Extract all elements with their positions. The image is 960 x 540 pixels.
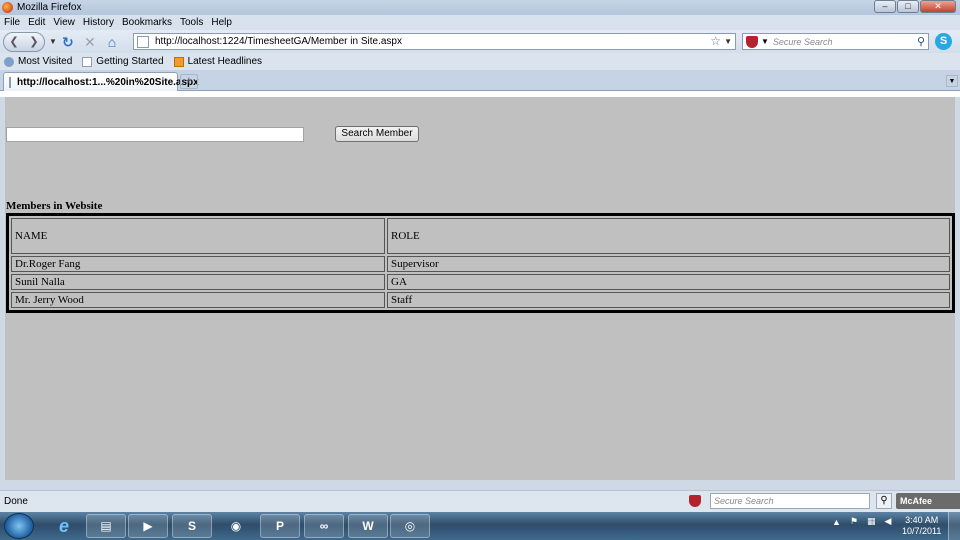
home-icon[interactable]: ⌂ (101, 33, 123, 51)
bookmark-getting-started[interactable]: Getting Started (82, 56, 164, 67)
url-dropdown-icon[interactable]: ▼ (724, 34, 732, 49)
list-all-tabs-icon[interactable]: ▼ (946, 75, 958, 87)
members-table: NAME ROLE Dr.Roger Fang Supervisor Sunil… (6, 213, 955, 313)
windows-taskbar: e ▤ ▶ S ◉ P ∞ W ◎ ▲ ⚑ ▦ ◀ 3:40 AM 10/7/2… (0, 512, 960, 540)
member-search-input[interactable] (6, 127, 304, 142)
mcafee-badge[interactable]: McAfee (896, 493, 960, 509)
minimize-button[interactable]: – (874, 0, 896, 13)
tab-label: http://localhost:1...%20in%20Site.aspx (17, 76, 199, 88)
page-icon (82, 56, 93, 67)
skype-icon[interactable]: S (935, 33, 952, 50)
column-header-role: ROLE (387, 218, 950, 254)
chrome-icon[interactable]: ◉ (216, 514, 256, 538)
menu-history[interactable]: History (83, 17, 114, 28)
most-visited-icon (4, 56, 14, 67)
action-center-flag-icon[interactable]: ⚑ (850, 516, 858, 527)
bookmark-star-icon[interactable]: ☆ (710, 34, 721, 49)
url-text[interactable]: http://localhost:1224/TimesheetGA/Member… (155, 36, 402, 47)
search-icon[interactable]: ⚲ (876, 493, 892, 509)
section-title: Members in Website (6, 200, 103, 212)
back-forward-buttons[interactable]: ❮ ❯ (3, 31, 45, 52)
rss-icon (173, 56, 184, 67)
search-engine-dropdown-icon[interactable]: ▼ (761, 37, 769, 46)
windows-explorer-icon[interactable]: ▤ (86, 514, 126, 538)
menu-file[interactable]: File (4, 17, 20, 28)
visual-studio-icon[interactable]: ∞ (304, 514, 344, 538)
bookmark-most-visited[interactable]: Most Visited (4, 56, 72, 67)
mcafee-shield-icon[interactable] (746, 35, 758, 48)
powerpoint-icon[interactable]: P (260, 514, 300, 538)
bookmark-label: Latest Headlines (187, 56, 263, 67)
new-tab-button[interactable]: + (180, 74, 198, 89)
status-bar: Done Secure Search ⚲ McAfee ▼ (0, 490, 960, 512)
close-window-button[interactable]: ✕ (920, 0, 956, 13)
maximize-button[interactable]: □ (897, 0, 919, 13)
back-arrow-icon[interactable]: ❮ (4, 35, 24, 48)
page-icon (9, 76, 11, 88)
search-input[interactable]: Secure Search (773, 37, 917, 47)
start-button-icon[interactable] (4, 513, 34, 539)
bookmark-label: Getting Started (96, 56, 164, 67)
history-dropdown-icon[interactable]: ▼ (49, 37, 57, 46)
reload-icon[interactable]: ↻ (57, 33, 79, 51)
page-content: Search Member Members in Website NAME RO… (5, 97, 955, 480)
status-text: Done (4, 496, 28, 507)
show-hidden-icons-icon[interactable]: ▲ (832, 517, 841, 527)
table-cell-role: Supervisor (387, 256, 950, 272)
table-cell-name: Sunil Nalla (11, 274, 385, 290)
window-title: Mozilla Firefox (17, 2, 82, 13)
search-member-button[interactable]: Search Member (335, 126, 419, 142)
clock-date: 10/7/2011 (902, 526, 942, 536)
menu-help[interactable]: Help (211, 17, 232, 28)
mcafee-shield-icon[interactable] (689, 495, 701, 507)
clock-time: 3:40 AM (905, 515, 939, 525)
table-cell-role: GA (387, 274, 950, 290)
internet-explorer-icon[interactable]: e (44, 514, 84, 538)
system-tray: ▲ ⚑ ▦ ◀ (832, 516, 900, 527)
menu-bookmarks[interactable]: Bookmarks (122, 17, 172, 28)
menu-edit[interactable]: Edit (28, 17, 45, 28)
table-cell-role: Staff (387, 292, 950, 308)
navigation-toolbar: ❮ ❯ ▼ ↻ ✕ ⌂ http://localhost:1224/Timesh… (0, 30, 960, 53)
stop-icon[interactable]: ✕ (79, 33, 101, 51)
show-desktop-button[interactable] (948, 512, 960, 540)
search-bar[interactable]: ▼ Secure Search ⚲ (742, 33, 929, 50)
tab-active[interactable]: http://localhost:1...%20in%20Site.aspx (3, 72, 199, 91)
table-cell-name: Mr. Jerry Wood (11, 292, 385, 308)
skype-taskbar-icon[interactable]: S (172, 514, 212, 538)
status-search-toolbar: Secure Search ⚲ McAfee ▼ (686, 493, 960, 509)
bookmark-latest-headlines[interactable]: Latest Headlines (173, 56, 263, 67)
url-bar[interactable]: http://localhost:1224/TimesheetGA/Member… (133, 33, 736, 50)
table-row: Dr.Roger Fang Supervisor (11, 256, 950, 272)
menu-view[interactable]: View (53, 17, 75, 28)
window-controls: – □ ✕ (873, 0, 956, 13)
firefox-logo-icon (2, 2, 13, 13)
table-header-row: NAME ROLE (11, 218, 950, 254)
media-player-icon[interactable]: ▶ (128, 514, 168, 538)
table-row: Sunil Nalla GA (11, 274, 950, 290)
window-titlebar: Mozilla Firefox – □ ✕ (0, 0, 960, 15)
forward-arrow-icon[interactable]: ❯ (24, 35, 44, 48)
menu-tools[interactable]: Tools (180, 17, 203, 28)
bookmark-label: Most Visited (18, 56, 73, 67)
tab-strip: http://localhost:1...%20in%20Site.aspx +… (0, 70, 960, 91)
table-cell-name: Dr.Roger Fang (11, 256, 385, 272)
menu-bar: File Edit View History Bookmarks Tools H… (0, 15, 960, 30)
status-search-input[interactable]: Secure Search (710, 493, 870, 509)
volume-icon[interactable]: ◀ (885, 516, 892, 527)
firefox-taskbar-icon[interactable]: ◎ (390, 514, 430, 538)
page-icon (137, 35, 149, 48)
search-icon[interactable]: ⚲ (917, 35, 925, 48)
bookmarks-toolbar: Most Visited Getting Started Latest Head… (0, 53, 960, 70)
system-clock[interactable]: 3:40 AM 10/7/2011 (902, 515, 941, 537)
network-icon[interactable]: ▦ (867, 516, 876, 527)
table-row: Mr. Jerry Wood Staff (11, 292, 950, 308)
column-header-name: NAME (11, 218, 385, 254)
word-icon[interactable]: W (348, 514, 388, 538)
